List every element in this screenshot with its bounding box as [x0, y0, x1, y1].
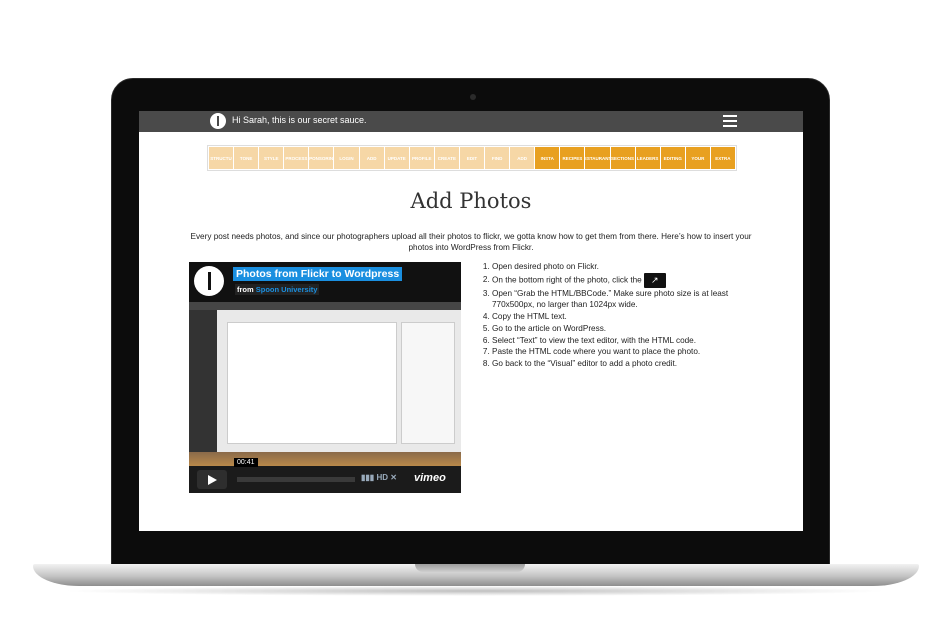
intro-text: Every post needs photos, and since our p…	[190, 232, 752, 252]
list-item: Paste the HTML code where you want to pl…	[492, 346, 758, 358]
list-item: Go back to the “Visual” editor to add a …	[492, 358, 758, 370]
list-item: Copy the HTML text.	[492, 311, 758, 323]
video-controls: 00:41 ▮▮▮ HD ✕ vimeo	[189, 458, 461, 493]
play-button[interactable]	[197, 470, 227, 489]
progress-bar[interactable]	[237, 477, 355, 482]
wp-publish-box	[401, 322, 455, 444]
nav-item[interactable]: UPDATE	[384, 147, 409, 169]
video-title: Photos from Flickr to Wordpress	[233, 267, 403, 281]
nav-item[interactable]: ADD	[359, 147, 384, 169]
top-bar: Hi Sarah, this is our secret sauce.	[139, 111, 803, 132]
nav-item[interactable]: RESTAURANTS	[585, 147, 610, 169]
hd-toggle[interactable]: HD	[376, 473, 388, 482]
vimeo-logo[interactable]: vimeo	[414, 472, 446, 484]
video-header: Photos from Flickr to Wordpress from Spo…	[189, 262, 461, 302]
hamburger-menu-icon[interactable]	[723, 115, 737, 127]
nav-item[interactable]: PROFILE	[409, 147, 434, 169]
nav-item[interactable]: LEADERS	[635, 147, 660, 169]
video-control-icons[interactable]: ▮▮▮ HD ✕	[361, 473, 397, 482]
nav-item[interactable]: SECTIONS	[610, 147, 635, 169]
step-text: On the bottom right of the photo, click …	[492, 275, 642, 285]
spoon-logo-icon[interactable]	[210, 113, 226, 129]
wp-sidebar	[189, 310, 217, 452]
nav-item[interactable]: FIND	[485, 147, 510, 169]
nav-item-active[interactable]: INSTA	[535, 147, 560, 169]
nav-item[interactable]: EDITING	[660, 147, 685, 169]
video-author: from Spoon University	[235, 284, 320, 295]
video-from-prefix: from	[237, 285, 254, 294]
laptop-notch	[415, 564, 525, 572]
spoon-logo-icon	[194, 266, 224, 296]
nav-item[interactable]: YOUR	[685, 147, 710, 169]
instruction-list: Open desired photo on Flickr. On the bot…	[478, 261, 758, 370]
video-frame-dock	[189, 452, 461, 466]
list-item: Open desired photo on Flickr.	[492, 261, 758, 273]
greeting-text: Hi Sarah, this is our secret sauce.	[232, 115, 367, 125]
list-item: On the bottom right of the photo, click …	[492, 272, 758, 288]
video-author-name: Spoon University	[255, 285, 318, 294]
nav-item[interactable]: ADD	[510, 147, 535, 169]
nav-item[interactable]: TONE	[234, 147, 259, 169]
nav-item[interactable]: CREATE	[434, 147, 459, 169]
wp-admin-bar	[189, 302, 461, 310]
page-title: Add Photos	[410, 189, 532, 213]
nav-item[interactable]: EXTRA	[710, 147, 735, 169]
wp-editor	[227, 322, 397, 444]
section-nav: STRUCTU TONE STYLE PROCESS SPONSORING LO…	[207, 145, 737, 171]
laptop-shadow	[60, 586, 890, 596]
video-player[interactable]: Photos from Flickr to Wordpress from Spo…	[189, 262, 461, 493]
list-item: Open “Grab the HTML/BBCode.” Make sure p…	[492, 288, 758, 311]
share-icon: ↗	[643, 272, 666, 288]
nav-item[interactable]: RECIPES	[560, 147, 585, 169]
list-item: Select “Text” to view the text editor, w…	[492, 335, 758, 347]
nav-item[interactable]: SPONSORING	[309, 147, 334, 169]
nav-item[interactable]: STRUCTU	[209, 147, 234, 169]
video-frame-wordpress	[189, 302, 461, 452]
webcam	[470, 94, 476, 100]
nav-item[interactable]: LOGIN	[334, 147, 359, 169]
list-item: Go to the article on WordPress.	[492, 323, 758, 335]
nav-item[interactable]: PROCESS	[284, 147, 309, 169]
video-time: 00:41	[234, 458, 258, 467]
nav-item[interactable]: EDIT	[459, 147, 485, 169]
nav-item[interactable]: STYLE	[259, 147, 284, 169]
screen: Hi Sarah, this is our secret sauce. STRU…	[139, 111, 803, 531]
